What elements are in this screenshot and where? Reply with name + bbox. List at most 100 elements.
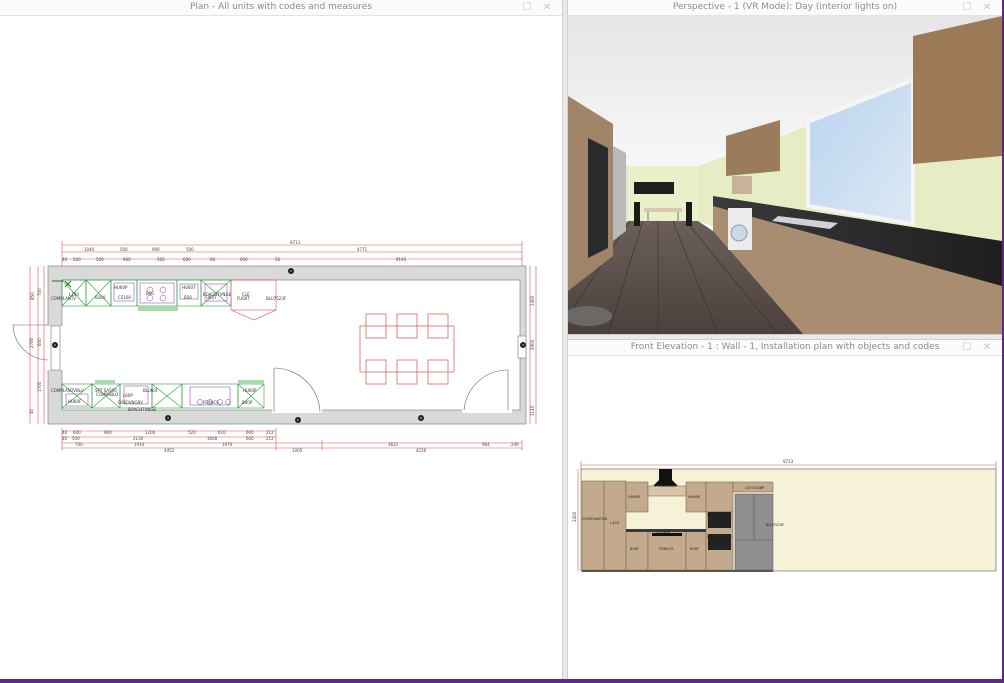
plan-countertop-marker — [138, 306, 178, 311]
svg-text:1145: 1145 — [530, 405, 535, 416]
elevation-total-width: 9713 — [783, 459, 794, 464]
close-icon[interactable]: ✕ — [980, 340, 994, 355]
svg-text:1200: 1200 — [145, 430, 156, 435]
maximize-icon[interactable]: ☐ — [960, 340, 974, 355]
svg-text:5: 5 — [297, 418, 299, 422]
elevation-panel[interactable]: Front Elevation - 1 : Wall - 1, Installa… — [568, 340, 1002, 679]
svg-text:FS7NGE: FS7NGE — [656, 530, 671, 534]
svg-text:4771: 4771 — [357, 247, 368, 252]
svg-text:40: 40 — [62, 430, 68, 435]
svg-text:40: 40 — [29, 408, 34, 414]
svg-text:4226: 4226 — [416, 448, 427, 453]
maximize-icon[interactable]: ☐ — [520, 0, 534, 15]
svg-text:2: 2 — [54, 343, 56, 347]
svg-text:COMPLANTVBLU: COMPLANTVBLU — [51, 388, 84, 393]
range-hood — [732, 176, 752, 194]
plan-countertop-marker-2 — [238, 380, 264, 384]
svg-text:500: 500 — [157, 257, 165, 262]
elevation-height-dim: 2400 — [572, 511, 577, 522]
elevation-title: Front Elevation - 1 : Wall - 1, Installa… — [630, 342, 940, 352]
svg-text:50: 50 — [275, 257, 281, 262]
svg-text:2780: 2780 — [29, 337, 34, 348]
svg-text:HU60P: HU60P — [114, 285, 128, 290]
svg-text:HU60P: HU60P — [688, 495, 701, 499]
plan-canvas[interactable]: 9713 1040 500 900 500 4771 40 500 500 90… — [0, 16, 562, 679]
perspective-titlebar[interactable]: Perspective - 1 (VR Mode): Day (interior… — [568, 0, 1002, 16]
svg-text:B40P: B40P — [711, 521, 721, 525]
svg-text:600: 600 — [246, 430, 254, 435]
svg-text:212: 212 — [266, 430, 274, 435]
svg-text:900: 900 — [104, 430, 112, 435]
svg-text:850: 850 — [30, 292, 35, 300]
svg-text:COMPABLO: COMPABLO — [96, 392, 118, 397]
svg-text:DS60VNGRV: DS60VNGRV — [118, 400, 143, 405]
svg-text:246: 246 — [511, 442, 519, 447]
svg-text:1005: 1005 — [292, 448, 303, 453]
svg-text:1040: 1040 — [84, 247, 95, 252]
elevation-plinth — [582, 570, 773, 572]
maximize-icon[interactable]: ☐ — [960, 0, 974, 15]
elevation-canvas[interactable]: 9713 2400 COMPLANTVB L100 HU60P FPC60D50… — [568, 356, 1002, 679]
plan-dims-bottom: 40 600 900 1200 520 610 600 212 40 500 2… — [62, 430, 519, 453]
svg-text:500: 500 — [72, 436, 80, 441]
svg-text:700: 700 — [75, 442, 83, 447]
svg-text:B100: B100 — [95, 295, 106, 300]
svg-text:COMPLANTV: COMPLANTV — [51, 296, 76, 301]
close-icon[interactable]: ✕ — [980, 0, 994, 15]
svg-text:OCH1026P: OCH1026P — [745, 486, 765, 490]
svg-text:2130: 2130 — [133, 436, 144, 441]
svg-text:700: 700 — [37, 288, 42, 296]
svg-text:HU60F: HU60F — [68, 399, 82, 404]
perspective-panel[interactable]: Perspective - 1 (VR Mode): Day (interior… — [568, 0, 1002, 334]
svg-text:1600: 1600 — [207, 436, 218, 441]
svg-text:1: 1 — [290, 269, 292, 273]
svg-text:6: 6 — [420, 416, 422, 420]
svg-text:BOACHTVNGE: BOACHTVNGE — [128, 407, 156, 412]
svg-text:L100: L100 — [610, 521, 620, 525]
svg-text:HU60P: HU60P — [243, 388, 257, 393]
svg-text:600: 600 — [73, 430, 81, 435]
svg-text:SUCCABCGM: SUCCABCGM — [707, 513, 730, 517]
svg-text:500: 500 — [186, 247, 194, 252]
svg-text:900: 900 — [123, 257, 131, 262]
svg-text:CLE: CLE — [242, 292, 250, 297]
elevation-titlebar[interactable]: Front Elevation - 1 : Wall - 1, Installa… — [568, 340, 1002, 356]
svg-text:964: 964 — [482, 442, 490, 447]
svg-text:600: 600 — [37, 338, 42, 346]
svg-text:B40P: B40P — [242, 400, 253, 405]
wall-picture — [634, 182, 674, 194]
svg-text:1970: 1970 — [222, 442, 233, 447]
washer-door — [730, 224, 748, 242]
svg-text:1460: 1460 — [530, 295, 535, 306]
svg-text:B50F: B50F — [630, 547, 639, 551]
svg-text:HU60P: HU60P — [628, 495, 641, 499]
svg-text:212: 212 — [266, 436, 274, 441]
svg-text:FD60CS: FD60CS — [659, 547, 674, 551]
svg-text:600: 600 — [240, 257, 248, 262]
svg-text:900: 900 — [152, 247, 160, 252]
plan-countertop-marker-3 — [95, 380, 115, 384]
svg-text:FD60CS: FD60CS — [203, 400, 219, 405]
svg-text:3: 3 — [522, 343, 524, 347]
svg-text:CS100: CS100 — [118, 295, 131, 300]
svg-text:500: 500 — [96, 257, 104, 262]
perspective-viewport[interactable] — [568, 16, 1002, 334]
svg-text:COMPLANTVB: COMPLANTVB — [582, 517, 607, 521]
plan-panel[interactable]: Plan - All units with codes and measures… — [0, 0, 562, 679]
svg-text:FPC60D50S: FPC60D50S — [655, 484, 677, 488]
svg-text:BOACHTVNGE: BOACHTVNGE — [707, 535, 733, 539]
svg-text:B50: B50 — [184, 295, 192, 300]
svg-text:520: 520 — [188, 430, 196, 435]
left-ovens — [588, 138, 608, 258]
plan-titlebar[interactable]: Plan - All units with codes and measures… — [0, 0, 562, 16]
svg-text:3622: 3622 — [388, 442, 399, 447]
plan-title: Plan - All units with codes and measures — [189, 2, 373, 12]
svg-text:HU60T: HU60T — [182, 285, 196, 290]
svg-text:2900: 2900 — [530, 339, 535, 350]
svg-text:500: 500 — [73, 257, 81, 262]
close-icon[interactable]: ✕ — [540, 0, 554, 15]
svg-text:BLU7523F: BLU7523F — [766, 523, 784, 527]
svg-text:60: 60 — [210, 257, 216, 262]
svg-text:40: 40 — [62, 436, 68, 441]
svg-text:610: 610 — [218, 430, 226, 435]
